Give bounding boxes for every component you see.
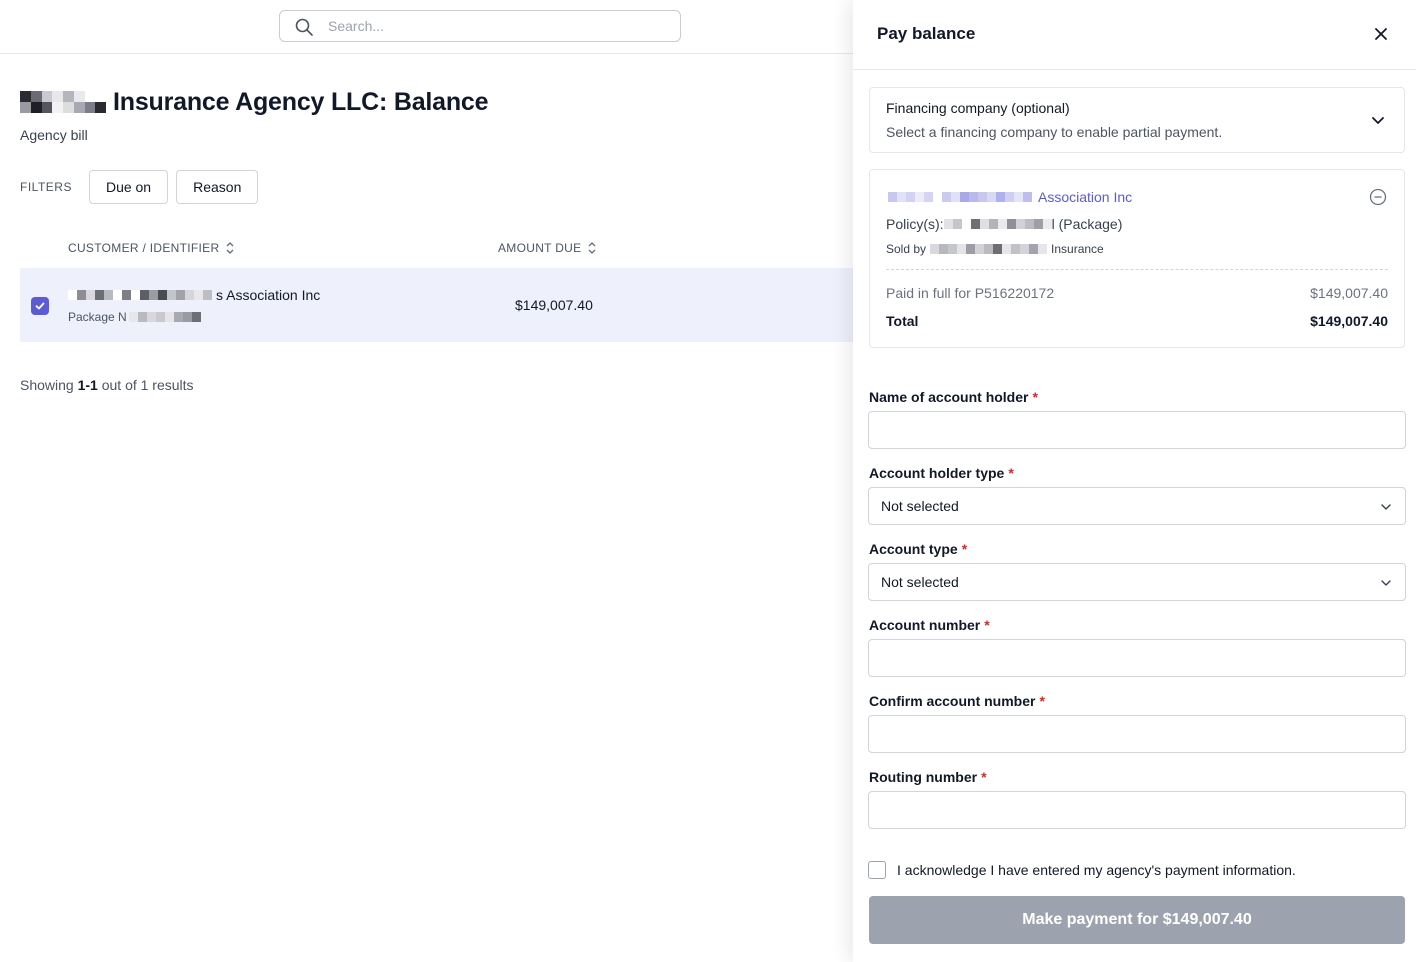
confirm-number-label-text: Confirm account number [869,693,1036,709]
chevron-down-icon [1381,504,1391,510]
holder-name-label: Name of account holder * [869,389,1038,405]
pay-balance-panel: Pay balance Financing company (optional)… [853,0,1416,962]
filter-reason-button[interactable]: Reason [176,170,259,204]
results-prefix: Showing [20,377,78,393]
panel-header: Pay balance [853,0,1416,70]
minus-circle-icon[interactable] [1368,187,1388,207]
holder-name-input[interactable] [868,411,1406,449]
redacted-text [943,219,1052,229]
account-type-select[interactable]: Not selected [868,563,1406,601]
balance-table: CUSTOMER / IDENTIFIER AMOUNT DUE s Assoc… [20,232,853,342]
financing-company-select[interactable]: Financing company (optional) Select a fi… [869,87,1405,153]
chevron-down-icon [1381,580,1391,586]
row-customer-name: s Association Inc [216,287,321,303]
column-amount-header[interactable]: AMOUNT DUE [498,241,597,255]
holder-type-value: Not selected [881,498,959,514]
search-input[interactable] [328,12,668,40]
table-row[interactable]: s Association Inc Package N $149,007.40 [20,268,853,342]
required-mark: * [1039,693,1045,709]
required-mark: * [1032,389,1038,405]
holder-type-label-text: Account holder type [869,465,1005,481]
panel-title: Pay balance [877,24,976,43]
make-payment-button[interactable]: Make payment for $149,007.40 [869,896,1405,944]
app: Insurance Agency LLC: Balance Agency bil… [0,0,1416,962]
row-identifier-label: Package N [68,310,127,324]
payment-summary-card: Association Inc Policy(s): l (Package) S… [869,169,1405,348]
filters-bar: FILTERS Due on Reason [20,170,266,204]
summary-total-value: $149,007.40 [1310,313,1388,329]
row-checkbox[interactable] [31,297,49,315]
policy-suffix: l (Package) [1051,216,1123,232]
sold-prefix: Sold by [886,242,927,256]
column-customer-header[interactable]: CUSTOMER / IDENTIFIER [68,241,235,255]
search-icon [295,18,313,36]
column-amount-label: AMOUNT DUE [498,241,582,255]
holder-name-label-text: Name of account holder [869,389,1029,405]
summary-policy: Policy(s): l (Package) [886,216,1122,232]
required-mark: * [961,541,968,557]
results-range: 1-1 [77,377,98,393]
summary-line-value: $149,007.40 [1310,285,1388,301]
holder-type-select[interactable]: Not selected [868,487,1406,525]
account-number-input[interactable] [868,639,1406,677]
routing-number-label: Routing number * [869,769,987,785]
page-title-text: Insurance Agency LLC: Balance [113,87,489,116]
account-number-label: Account number * [869,617,990,633]
sort-icon [226,242,234,254]
redacted-text [888,192,1032,202]
required-mark: * [1008,465,1014,481]
financing-hint: Select a financing company to enable par… [886,124,1223,140]
account-type-label-text: Account type [869,541,958,557]
account-type-label: Account type * [869,541,967,557]
page-subtitle: Agency bill [20,127,88,143]
redacted-text [128,312,201,322]
sold-suffix: Insurance [1051,242,1104,256]
summary-divider [886,269,1388,270]
acknowledge-text: I acknowledge I have entered my agency's… [897,862,1296,878]
routing-number-input[interactable] [868,791,1406,829]
summary-customer-name: Association Inc [1038,189,1133,205]
redacted-text [930,244,1048,254]
row-identifier: Package N [68,310,201,324]
financing-label: Financing company (optional) [886,100,1070,116]
confirm-number-input[interactable] [868,715,1406,753]
acknowledge-checkbox[interactable] [868,861,886,879]
filters-label: FILTERS [20,180,72,194]
confirm-number-label: Confirm account number * [869,693,1045,709]
redacted-agency-name [20,91,106,113]
row-customer: s Association Inc [68,287,320,303]
routing-number-label-text: Routing number [869,769,978,785]
required-mark: * [981,769,987,785]
summary-line-label: Paid in full for P516220172 [886,285,1055,301]
check-icon [35,302,45,310]
row-amount: $149,007.40 [515,297,593,313]
column-customer-label: CUSTOMER / IDENTIFIER [68,241,220,255]
summary-sold-by: Sold by Insurance [886,242,1104,256]
close-icon[interactable] [1371,24,1391,44]
policy-prefix: Policy(s): [886,216,944,232]
table-header: CUSTOMER / IDENTIFIER AMOUNT DUE [20,232,853,268]
acknowledge-row: I acknowledge I have entered my agency's… [868,861,1296,879]
summary-total-label: Total [886,313,919,329]
sort-icon [588,242,596,254]
results-suffix: out of 1 results [97,377,194,393]
redacted-text [68,290,212,300]
search-box[interactable] [279,10,681,42]
chevron-down-icon [1372,117,1384,124]
summary-customer[interactable]: Association Inc [888,189,1132,205]
holder-type-label: Account holder type * [869,465,1014,481]
account-number-label-text: Account number [869,617,981,633]
account-type-value: Not selected [881,574,959,590]
required-mark: * [984,617,990,633]
page-title: Insurance Agency LLC: Balance [20,86,489,118]
filter-due-on-button[interactable]: Due on [88,170,169,204]
results-summary: Showing 1-1 out of 1 results [20,377,194,393]
